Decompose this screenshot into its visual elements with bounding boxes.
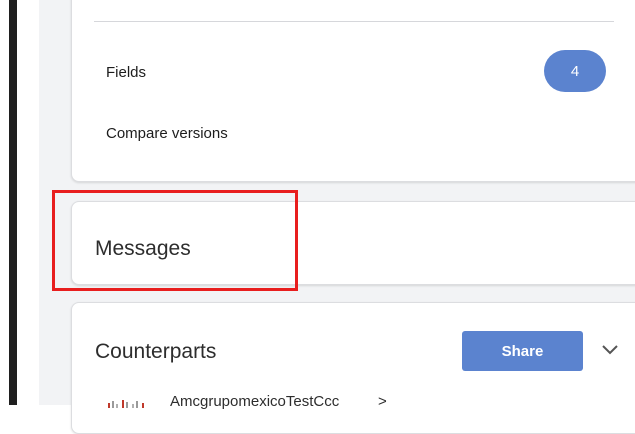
document-details-card: Fields 4 Compare versions <box>71 0 635 182</box>
compare-versions-link[interactable]: Compare versions <box>106 125 228 142</box>
counterpart-logo <box>108 400 144 408</box>
fields-link[interactable]: Fields <box>106 64 146 81</box>
window-edge-bar <box>9 0 17 405</box>
share-button[interactable]: Share <box>462 331 583 371</box>
fields-count-badge[interactable]: 4 <box>544 50 606 92</box>
counterpart-name-link[interactable]: AmcgrupomexicoTestCcc <box>170 393 339 410</box>
counterparts-card: Counterparts Share AmcgrupomexicoTestCcc… <box>71 302 635 434</box>
chevron-down-icon[interactable] <box>597 337 623 363</box>
chevron-right-icon[interactable]: > <box>378 393 387 410</box>
left-gutter <box>17 0 39 405</box>
messages-highlight-box <box>52 190 298 291</box>
section-divider <box>94 21 614 22</box>
counterparts-title: Counterparts <box>95 340 217 363</box>
